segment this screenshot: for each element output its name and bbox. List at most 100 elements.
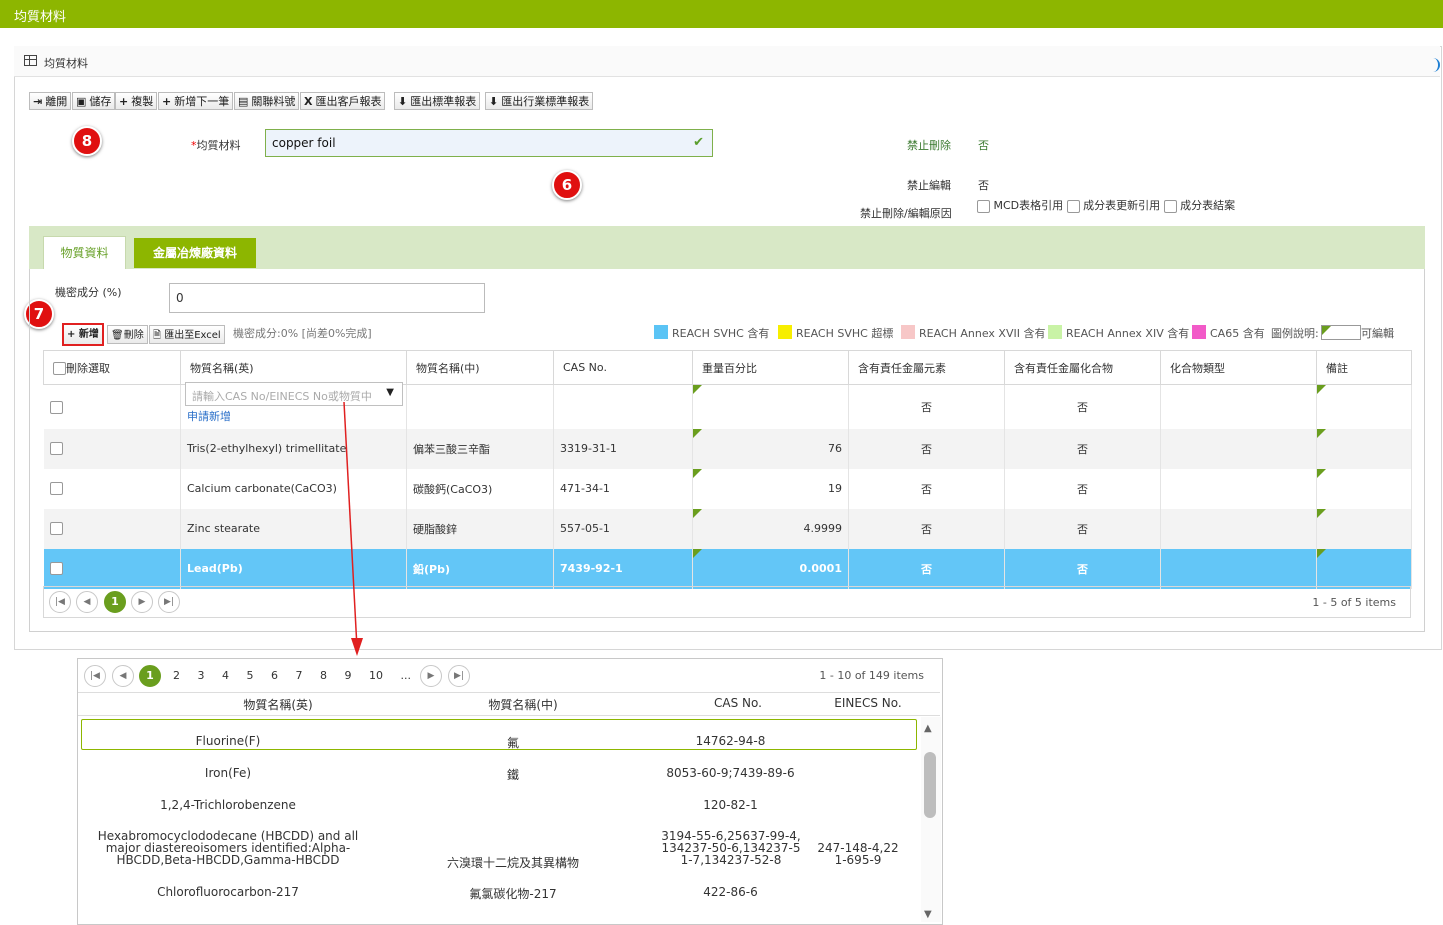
metal-cell: 否	[848, 508, 1005, 549]
tab-substance-data[interactable]: 物質資料	[43, 236, 126, 269]
col-cas[interactable]: CAS No.	[553, 350, 693, 385]
substance-search-combobox[interactable]: 請輸入CAS No/EINECS No或物質中 ▼	[185, 382, 403, 406]
first-page-icon[interactable]: |◀	[84, 665, 106, 687]
next-page-icon[interactable]: ▶	[420, 665, 442, 687]
table-row[interactable]: Tris(2-ethylhexyl) trimellitate 偏苯三酸三辛酯 …	[43, 428, 1412, 469]
export-industry-report-button[interactable]: ⬇ 匯出行業標準報表	[485, 92, 594, 110]
row-checkbox[interactable]	[49, 482, 63, 496]
weight-cell[interactable]: 4.9999	[692, 508, 849, 549]
remark-cell[interactable]	[1316, 468, 1412, 509]
table-row[interactable]: Calcium carbonate(CaCO3) 碳酸鈣(CaCO3) 471-…	[43, 468, 1412, 509]
closed-checkbox[interactable]	[1163, 199, 1177, 213]
col-name-zh[interactable]: 物質名稱(中)	[406, 350, 554, 385]
material-input[interactable]: copper foil ✔	[265, 129, 713, 157]
popup-item-cas[interactable]: 14762-94-8	[658, 734, 803, 748]
row-checkbox[interactable]	[49, 522, 63, 536]
current-page[interactable]: 1	[104, 591, 126, 613]
popup-item-cas[interactable]: 8053-60-9;7439-89-6	[658, 766, 803, 780]
add-row-button[interactable]: + 新增	[62, 323, 104, 346]
compound-cell: 否	[1004, 548, 1161, 589]
select-all-checkbox[interactable]	[53, 362, 66, 375]
popup-page-1[interactable]: 1	[139, 665, 161, 687]
weight-cell[interactable]: 19	[692, 468, 849, 509]
mcd-ref-checkbox[interactable]	[977, 199, 990, 213]
popup-item-cas[interactable]: 3194-55-6,25637-99-4,134237-50-6,134237-…	[661, 830, 801, 866]
popup-item-name-zh[interactable]: 氟氯碳化物-217	[438, 885, 588, 902]
dropdown-arrow-icon[interactable]: ▼	[386, 387, 394, 398]
last-page-icon[interactable]: ▶|	[448, 665, 470, 687]
popup-item-name-en[interactable]: Chlorofluorocarbon-217	[108, 885, 348, 899]
add-next-button[interactable]: + 新增下一筆	[158, 92, 234, 110]
secret-ratio-input[interactable]: 0	[169, 283, 485, 313]
export-excel-button[interactable]: 🗎 匯出至Excel	[149, 325, 225, 344]
reason-label: 禁止刪除/編輯原因	[860, 207, 952, 220]
export-customer-report-button[interactable]: X 匯出客戶報表	[300, 92, 386, 110]
name-zh-cell: 硬脂酸鋅	[406, 508, 554, 549]
popup-item-cas[interactable]: 422-86-6	[658, 885, 803, 899]
popup-item-name-en[interactable]: Hexabromocyclododecane (HBCDD) and all m…	[90, 830, 366, 866]
reason-options: MCD表格引用 成分表更新引用 成分表結案	[977, 197, 1235, 213]
download-icon: ⬇	[489, 95, 499, 108]
apply-new-link[interactable]: 申請新增	[187, 408, 231, 424]
popup-summary: 1 - 10 of 149 items	[819, 669, 924, 682]
exit-button[interactable]: ⇥ 離開	[29, 92, 72, 110]
metal-cell: 否	[848, 428, 1005, 469]
col-metal-compound[interactable]: 含有責任金屬化合物	[1004, 350, 1161, 385]
popup-col-name-en: 物質名稱(英)	[243, 698, 313, 712]
row-checkbox[interactable]	[49, 442, 63, 456]
popup-scrollbar[interactable]: ▲ ▼	[921, 717, 941, 922]
compound-cell: 否	[1004, 468, 1161, 509]
delete-row-button[interactable]: 🗑刪除	[107, 325, 148, 344]
remark-cell[interactable]	[1316, 428, 1412, 469]
popup-item-name-zh[interactable]: 鐵	[453, 766, 573, 783]
save-icon: ▣	[76, 95, 87, 108]
related-part-button[interactable]: ▤ 關聯料號	[234, 92, 300, 110]
popup-col-einecs: EINECS No.	[834, 696, 902, 710]
popup-item-name-zh[interactable]: 六溴環十二烷及其異構物	[438, 854, 588, 871]
cas-cell: 471-34-1	[553, 468, 693, 509]
scroll-up-icon[interactable]: ▲	[924, 723, 932, 734]
plus-icon: +	[67, 329, 79, 340]
remark-cell[interactable]	[1316, 548, 1412, 589]
weight-cell[interactable]	[692, 384, 849, 429]
save-button[interactable]: ▣ 儲存	[72, 92, 116, 110]
popup-item-name-en[interactable]: Iron(Fe)	[108, 766, 348, 780]
popup-item-name-zh[interactable]: 氟	[453, 734, 573, 751]
update-ref-checkbox[interactable]	[1066, 199, 1080, 213]
copy-button[interactable]: + 複製	[115, 92, 158, 110]
trash-icon: 🗑	[111, 330, 124, 341]
row-checkbox[interactable]	[49, 400, 63, 414]
popup-item-cas[interactable]: 120-82-1	[658, 798, 803, 812]
row-checkbox[interactable]	[49, 562, 63, 576]
table-row-selected[interactable]: Lead(Pb) 鉛(Pb) 7439-92-1 0.0001 否 否	[43, 548, 1412, 589]
table-row[interactable]: Zinc stearate 硬脂酸鋅 557-05-1 4.9999 否 否	[43, 508, 1412, 549]
col-delete-select[interactable]: 刪除選取	[43, 350, 181, 385]
popup-item-name-en[interactable]: 1,2,4-Trichlorobenzene	[108, 798, 348, 812]
first-page-icon[interactable]: |◀	[49, 591, 71, 613]
name-en-cell: Tris(2-ethylhexyl) trimellitate	[180, 428, 407, 469]
popup-item-einecs[interactable]: 247-148-4,221-695-9	[814, 842, 902, 866]
popup-item-name-en[interactable]: Fluorine(F)	[108, 734, 348, 748]
scroll-down-icon[interactable]: ▼	[924, 909, 932, 920]
prev-page-icon[interactable]: ◀	[76, 591, 98, 613]
scrollbar-thumb[interactable]	[924, 752, 936, 818]
remark-cell[interactable]	[1316, 508, 1412, 549]
export-standard-report-button[interactable]: ⬇ 匯出標準報表	[394, 92, 481, 110]
col-name-en[interactable]: 物質名稱(英)	[180, 350, 407, 385]
col-remark[interactable]: 備註	[1316, 350, 1412, 385]
name-en-cell: Lead(Pb)	[180, 548, 407, 589]
prev-page-icon[interactable]: ◀	[112, 665, 134, 687]
name-zh-cell: 碳酸鈣(CaCO3)	[406, 468, 554, 509]
tab-smelter-data[interactable]: 金屬冶煉廠資料	[134, 238, 256, 268]
next-page-icon[interactable]: ▶	[131, 591, 153, 613]
col-weight-pct[interactable]: 重量百分比	[692, 350, 849, 385]
remark-cell[interactable]	[1316, 384, 1412, 429]
col-compound-type[interactable]: 化合物類型	[1160, 350, 1317, 385]
weight-cell[interactable]: 76	[692, 428, 849, 469]
weight-cell[interactable]: 0.0001	[692, 548, 849, 589]
popup-page-numbers[interactable]: 2 3 4 5 6 7 8 9 10 ...	[173, 669, 411, 682]
excel-icon: X	[304, 95, 313, 108]
col-metal-element[interactable]: 含有責任金屬元素	[848, 350, 1005, 385]
metal-cell: 否	[848, 548, 1005, 589]
last-page-icon[interactable]: ▶|	[158, 591, 180, 613]
